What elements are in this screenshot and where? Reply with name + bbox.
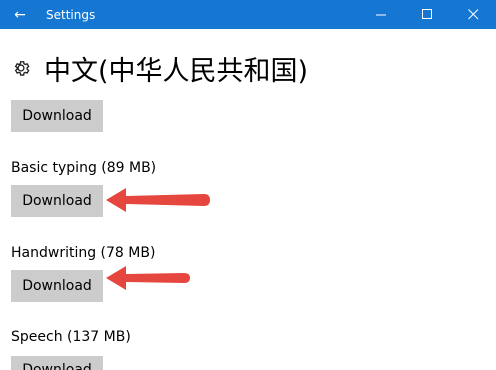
download-button[interactable]: Download: [11, 100, 103, 132]
close-button[interactable]: [450, 0, 496, 29]
feature-label-handwriting: Handwriting (78 MB): [11, 245, 156, 261]
arrow-annotation: [106, 188, 210, 212]
minimize-icon: [375, 14, 386, 16]
title-bar: ← Settings: [0, 0, 496, 29]
page-header: 中文(中华人民共和国): [10, 50, 309, 87]
maximize-icon: [421, 9, 432, 19]
arrow-annotation: [106, 266, 190, 290]
gear-icon: [10, 57, 32, 79]
download-basic-typing-button[interactable]: Download: [11, 185, 103, 217]
feature-label-speech: Speech (137 MB): [11, 329, 131, 345]
page-title: 中文(中华人民共和国): [44, 55, 309, 87]
maximize-button[interactable]: [404, 0, 450, 29]
close-icon: [467, 9, 478, 20]
minimize-button[interactable]: [358, 0, 404, 29]
window-controls: [358, 0, 496, 29]
window-title: Settings: [46, 7, 96, 22]
back-arrow-icon[interactable]: ←: [0, 0, 40, 29]
download-speech-button[interactable]: Download: [11, 356, 103, 370]
download-handwriting-button[interactable]: Download: [11, 270, 103, 302]
scroll-clip: Download: [11, 356, 103, 370]
feature-label-basic-typing: Basic typing (89 MB): [11, 160, 157, 176]
